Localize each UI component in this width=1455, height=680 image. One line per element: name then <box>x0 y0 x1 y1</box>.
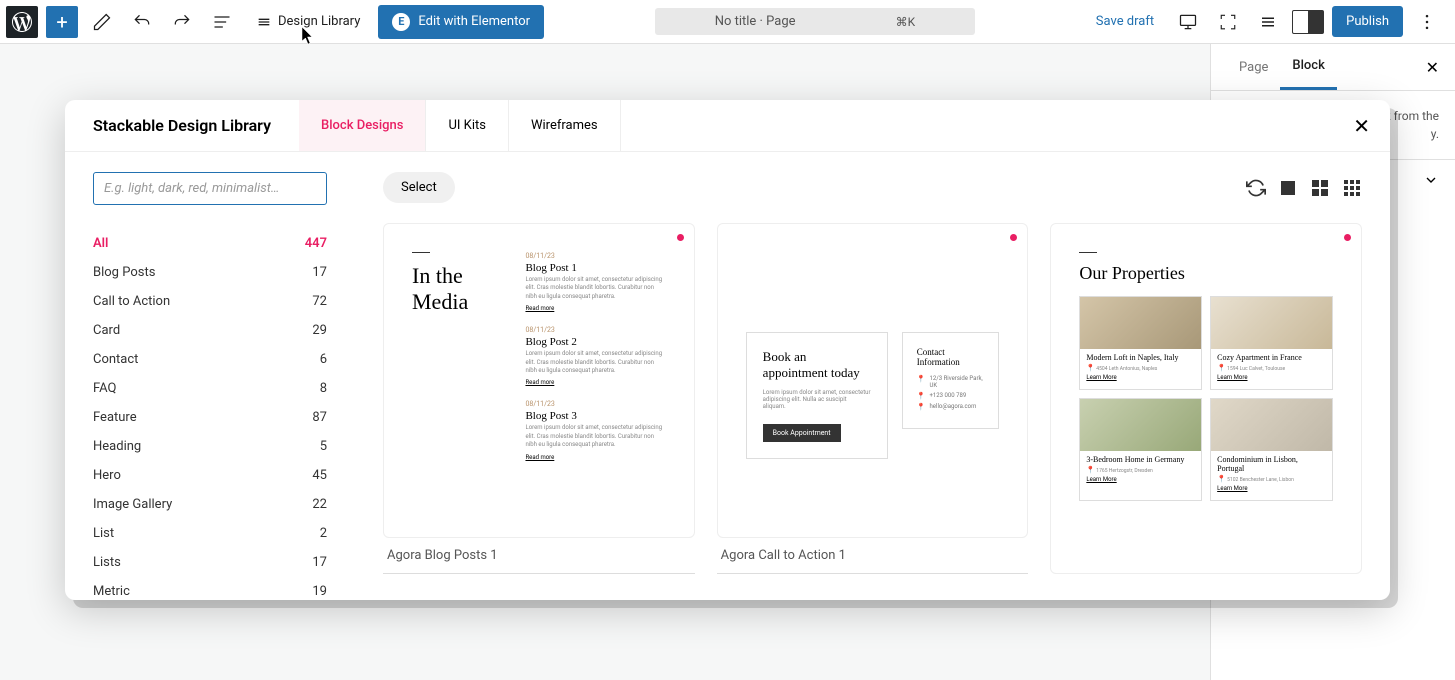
tab-block-designs[interactable]: Block Designs <box>299 100 426 151</box>
undo-icon[interactable] <box>126 6 158 38</box>
stackable-icon[interactable] <box>1252 6 1284 38</box>
small-grid-icon[interactable] <box>1342 178 1362 198</box>
edit-icon[interactable] <box>86 6 118 38</box>
desktop-view-icon[interactable] <box>1172 6 1204 38</box>
wordpress-logo[interactable] <box>6 6 38 38</box>
search-input[interactable] <box>93 172 327 205</box>
category-item[interactable]: Heading5 <box>93 432 327 461</box>
medium-grid-icon[interactable] <box>1310 178 1330 198</box>
category-item[interactable]: Image Gallery22 <box>93 490 327 519</box>
category-item[interactable]: Contact6 <box>93 345 327 374</box>
sidebar-close-icon[interactable]: ✕ <box>1426 58 1439 77</box>
tab-ui-kits[interactable]: UI Kits <box>426 100 508 151</box>
premium-badge-icon <box>677 234 684 241</box>
design-library-modal: Stackable Design Library Block Designs U… <box>65 100 1390 600</box>
tab-page[interactable]: Page <box>1227 46 1280 89</box>
design-library-button[interactable]: Design Library <box>246 8 370 36</box>
category-item[interactable]: Feature87 <box>93 403 327 432</box>
fullscreen-icon[interactable] <box>1212 6 1244 38</box>
modal-sidebar: All447Blog Posts17Call to Action72Card29… <box>65 152 355 600</box>
elementor-icon: E <box>392 13 410 31</box>
tab-wireframes[interactable]: Wireframes <box>509 100 621 151</box>
refresh-icon[interactable] <box>1246 178 1266 198</box>
category-item[interactable]: Card29 <box>93 316 327 345</box>
design-item-cta[interactable]: Book an appointment today Lorem ipsum do… <box>717 223 1029 574</box>
save-draft-button[interactable]: Save draft <box>1086 8 1164 35</box>
page-title-box[interactable]: No title · Page ⌘K <box>655 8 975 35</box>
sidebar-toggle[interactable] <box>1292 10 1324 34</box>
category-item[interactable]: Metric19 <box>93 577 327 600</box>
category-item[interactable]: Blog Posts17 <box>93 258 327 287</box>
modal-close-icon[interactable]: ✕ <box>1333 100 1390 151</box>
add-block-button[interactable]: + <box>46 6 78 38</box>
editor-toolbar: + Design Library E Edit with Elementor N… <box>0 0 1455 44</box>
modal-title: Stackable Design Library <box>65 100 299 151</box>
more-options-icon[interactable] <box>1411 6 1443 38</box>
redo-icon[interactable] <box>166 6 198 38</box>
category-item[interactable]: Lists17 <box>93 548 327 577</box>
category-item[interactable]: All447 <box>93 229 327 258</box>
category-list: All447Blog Posts17Call to Action72Card29… <box>93 229 327 600</box>
category-item[interactable]: FAQ8 <box>93 374 327 403</box>
design-item-properties[interactable]: Our Properties Modern Loft in Naples, It… <box>1050 223 1362 574</box>
design-item-blog-posts[interactable]: In the Media 08/11/23Blog Post 1Lorem ip… <box>383 223 695 574</box>
page-title-area: No title · Page ⌘K <box>552 8 1078 35</box>
list-view-icon[interactable] <box>206 6 238 38</box>
modal-content: Select <box>355 152 1390 600</box>
premium-badge-icon <box>1344 234 1351 241</box>
premium-badge-icon <box>1010 234 1017 241</box>
tab-block[interactable]: Block <box>1280 44 1336 90</box>
select-button[interactable]: Select <box>383 172 455 203</box>
elementor-button[interactable]: E Edit with Elementor <box>378 5 544 39</box>
category-item[interactable]: Hero45 <box>93 461 327 490</box>
publish-button[interactable]: Publish <box>1332 6 1403 37</box>
category-item[interactable]: Call to Action72 <box>93 287 327 316</box>
category-item[interactable]: List2 <box>93 519 327 548</box>
large-grid-icon[interactable] <box>1278 178 1298 198</box>
